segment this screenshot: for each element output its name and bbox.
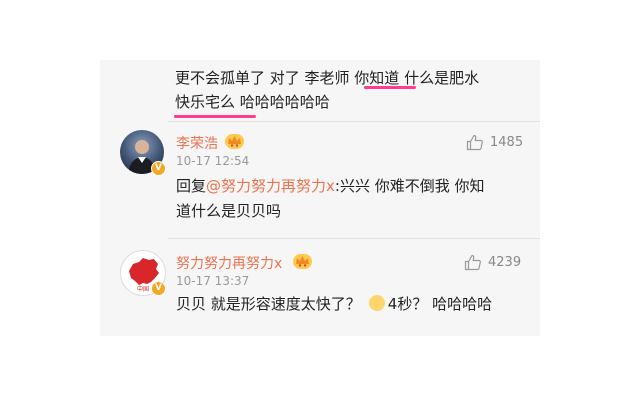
crown-emoji-icon	[225, 134, 244, 149]
mention-link[interactable]: @努力努力再努力x	[206, 177, 335, 195]
crown-emoji-icon	[293, 254, 312, 269]
like-button[interactable]: 4239	[464, 254, 521, 271]
highlight-underline	[364, 86, 416, 89]
comment-divider	[168, 121, 540, 122]
verified-badge-icon: V	[151, 161, 166, 176]
comment-timestamp: 10-17 13:37	[176, 274, 250, 288]
awkward-face-emoji	[368, 295, 385, 311]
thumbs-up-icon	[466, 134, 483, 151]
comment-username[interactable]: 努力努力再努力x	[176, 253, 282, 273]
previous-comment-text: 更不会孤单了 对了 李老师 你知道 什么是肥水 快乐宅么 哈哈哈哈哈哈	[175, 66, 525, 114]
previous-comment-line-2: 快乐宅么 哈哈哈哈哈哈	[175, 93, 330, 111]
comment-username[interactable]: 李荣浩	[176, 133, 218, 153]
reply-prefix: 回复	[176, 177, 207, 195]
comment-text: 回复@努力努力再努力x:兴兴 你难不倒我 你知 道什么是贝贝吗	[176, 174, 506, 224]
like-count: 1485	[490, 135, 524, 150]
previous-comment-line-1: 更不会孤单了 对了 李老师 你知道 什么是肥水	[175, 69, 480, 87]
verified-badge-icon: V	[151, 281, 166, 296]
comment-text: 贝贝 就是形容速度太快了？ 4秒？ 哈哈哈哈	[176, 292, 516, 317]
comment-text-segment: 4秒？ 哈哈哈哈	[387, 295, 493, 313]
like-button[interactable]: 1485	[466, 134, 523, 151]
comment-timestamp: 10-17 12:54	[176, 154, 250, 168]
comment-divider	[168, 238, 540, 239]
comment-text-line-2: 道什么是贝贝吗	[176, 202, 282, 220]
svg-text:中国: 中国	[137, 285, 149, 293]
thumbs-up-icon	[464, 254, 481, 271]
highlight-underline	[174, 115, 256, 118]
comment-text-segment: 贝贝 就是形容速度太快了？	[176, 295, 361, 313]
like-count: 4239	[488, 255, 522, 270]
comment-text-segment: :兴兴 你难不倒我 你知	[334, 177, 485, 195]
